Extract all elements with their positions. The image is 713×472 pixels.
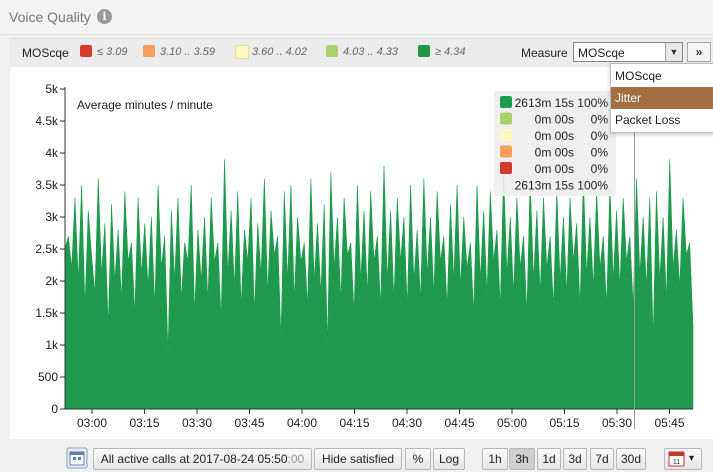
x-tick-label: 04:45 bbox=[444, 416, 474, 430]
legend-text-5: ≥ 4.34 bbox=[435, 46, 466, 58]
chart-annotation: Average minutes / minute bbox=[77, 98, 213, 112]
tooltip-pct: 0% bbox=[591, 162, 609, 176]
legend-label: MOScqe bbox=[22, 46, 69, 60]
info-icon[interactable]: i bbox=[97, 9, 112, 24]
range-3h-button[interactable]: 3h bbox=[509, 448, 535, 470]
y-tick-label: 2.5k bbox=[35, 242, 59, 256]
voice-quality-panel: Voice Quality i MOScqe ≤ 3.09 3.10 .. 3.… bbox=[0, 0, 713, 472]
chevron-down-icon[interactable]: ▼ bbox=[665, 43, 682, 61]
bottom-toolbar: All active calls at 2017-08-24 05:50:00 … bbox=[0, 441, 713, 472]
tooltip-swatch bbox=[500, 129, 512, 141]
x-tick-label: 04:00 bbox=[287, 416, 317, 430]
y-tick-label: 3k bbox=[45, 210, 59, 224]
tooltip-swatch bbox=[500, 145, 512, 158]
dropdown-option-jitter[interactable]: Jitter bbox=[611, 87, 713, 109]
x-tick-label: 05:00 bbox=[497, 416, 527, 430]
chart-area: 0 500 1k 1.5k 2k 2.5k 3k 3.5k 4k 4.5k 5k 03:00 03:15… bbox=[10, 67, 713, 439]
range-1d-button[interactable]: 1d bbox=[537, 448, 561, 470]
range-1h-button[interactable]: 1h bbox=[482, 448, 508, 470]
tooltip-time: 0m 00s bbox=[535, 113, 574, 127]
date-picker-icon: 11 bbox=[668, 451, 685, 467]
area-chart: 0 500 1k 1.5k 2k 2.5k 3k 3.5k 4k 4.5k 5k 03:00 03:15… bbox=[35, 67, 694, 430]
measure-label: Measure bbox=[521, 46, 568, 60]
y-tick-label: 4k bbox=[45, 146, 59, 160]
x-tick-label: 03:30 bbox=[182, 416, 212, 430]
range-7d-button[interactable]: 7d bbox=[590, 448, 614, 470]
x-tick-label: 03:00 bbox=[77, 416, 107, 430]
tooltip-time: 2613m 15s bbox=[515, 96, 574, 110]
panel-title: Voice Quality bbox=[9, 9, 91, 25]
all-active-calls-button[interactable]: All active calls at 2017-08-24 05:50:00 bbox=[93, 448, 312, 470]
measure-select-value: MOScqe bbox=[578, 46, 625, 60]
x-tick-label: 04:15 bbox=[339, 416, 369, 430]
legend-swatch-3 bbox=[235, 45, 249, 59]
percent-button[interactable]: % bbox=[405, 448, 431, 470]
date-picker-button[interactable]: 11 ▾ bbox=[664, 448, 702, 470]
tooltip-pct: 0% bbox=[591, 146, 609, 160]
range-3d-button[interactable]: 3d bbox=[563, 448, 587, 470]
area-series bbox=[64, 159, 694, 410]
y-tick-label: 5k bbox=[45, 82, 59, 96]
panel-header: Voice Quality i bbox=[0, 0, 713, 35]
range-30d-button[interactable]: 30d bbox=[616, 448, 646, 470]
apply-measure-button[interactable]: » bbox=[687, 42, 711, 62]
chevron-down-icon: ▾ bbox=[689, 453, 695, 464]
measure-select[interactable]: MOScqe ▼ bbox=[573, 42, 683, 62]
measure-dropdown-menu: MOScqe Jitter Packet Loss bbox=[610, 63, 713, 133]
tooltip-total-time: 2613m 15s bbox=[515, 179, 574, 193]
legend-swatch-5 bbox=[418, 45, 430, 57]
legend-text-3: 3.60 .. 4.02 bbox=[252, 46, 308, 58]
legend-text-1: ≤ 3.09 bbox=[97, 46, 128, 58]
calendar-icon[interactable] bbox=[66, 447, 88, 469]
y-tick-label: 1.5k bbox=[35, 306, 59, 320]
all-active-calls-label: All active calls at 2017-08-24 05:50 bbox=[100, 452, 288, 466]
x-tick-label: 03:15 bbox=[129, 416, 159, 430]
hide-satisfied-button[interactable]: Hide satisfied bbox=[314, 448, 402, 470]
tooltip-swatch bbox=[500, 112, 512, 125]
dropdown-option-packet-loss[interactable]: Packet Loss bbox=[611, 109, 713, 131]
tooltip-pct: 0% bbox=[591, 113, 609, 127]
tooltip-swatch bbox=[500, 96, 512, 108]
y-tick-label: 0 bbox=[51, 402, 58, 416]
legend-bar: MOScqe ≤ 3.09 3.10 .. 3.59 3.60 .. 4.02 … bbox=[10, 38, 713, 68]
legend-swatch-4 bbox=[326, 45, 338, 57]
y-tick-label: 1k bbox=[45, 338, 59, 352]
log-button[interactable]: Log bbox=[433, 448, 465, 470]
tooltip-total-pct: 100% bbox=[577, 179, 608, 193]
tooltip-time: 0m 00s bbox=[535, 146, 574, 160]
x-tick-label: 05:30 bbox=[602, 416, 632, 430]
x-tick-label: 03:45 bbox=[234, 416, 264, 430]
y-tick-label: 3.5k bbox=[35, 178, 59, 192]
legend-swatch-1 bbox=[80, 45, 92, 57]
legend-swatch-2 bbox=[143, 45, 155, 57]
y-tick-label: 4.5k bbox=[35, 114, 59, 128]
x-tick-label: 05:15 bbox=[549, 416, 579, 430]
legend-text-2: 3.10 .. 3.59 bbox=[160, 46, 216, 58]
tooltip-pct: 0% bbox=[591, 129, 609, 143]
tooltip-swatch bbox=[500, 162, 512, 174]
x-tick-label: 05:45 bbox=[654, 416, 684, 430]
y-tick-label: 500 bbox=[38, 370, 58, 384]
tooltip-time: 0m 00s bbox=[535, 129, 574, 143]
legend-text-4: 4.03 .. 4.33 bbox=[343, 46, 399, 58]
y-tick-label: 2k bbox=[45, 274, 59, 288]
x-tick-label: 04:30 bbox=[392, 416, 422, 430]
dropdown-option-moscqe[interactable]: MOScqe bbox=[611, 65, 713, 87]
all-active-calls-seconds: :00 bbox=[287, 452, 305, 466]
tooltip-time: 0m 00s bbox=[535, 162, 574, 176]
tooltip-pct: 100% bbox=[577, 96, 608, 110]
date-picker-day: 11 bbox=[673, 459, 680, 466]
